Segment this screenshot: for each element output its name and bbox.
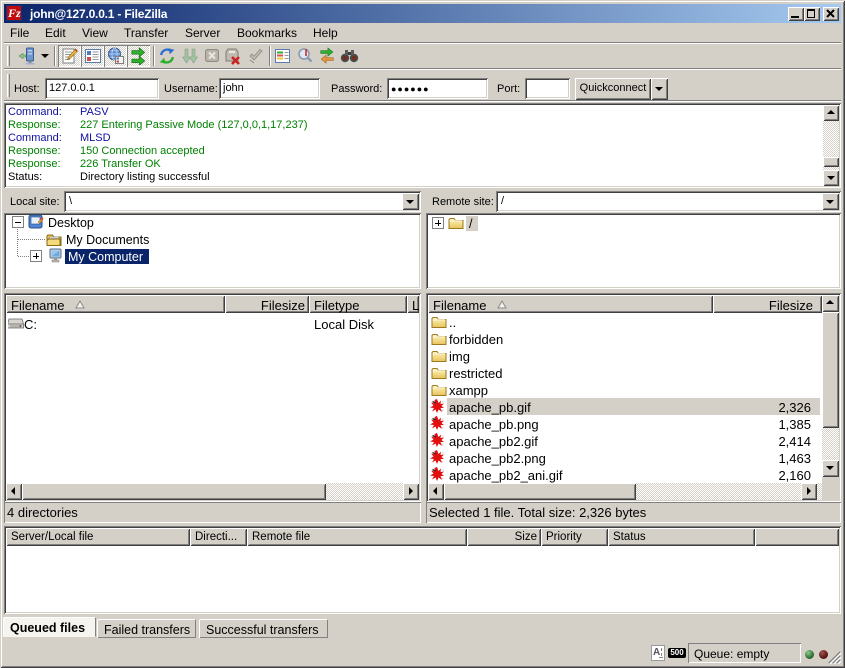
svg-text:Fz: Fz [7,6,21,20]
